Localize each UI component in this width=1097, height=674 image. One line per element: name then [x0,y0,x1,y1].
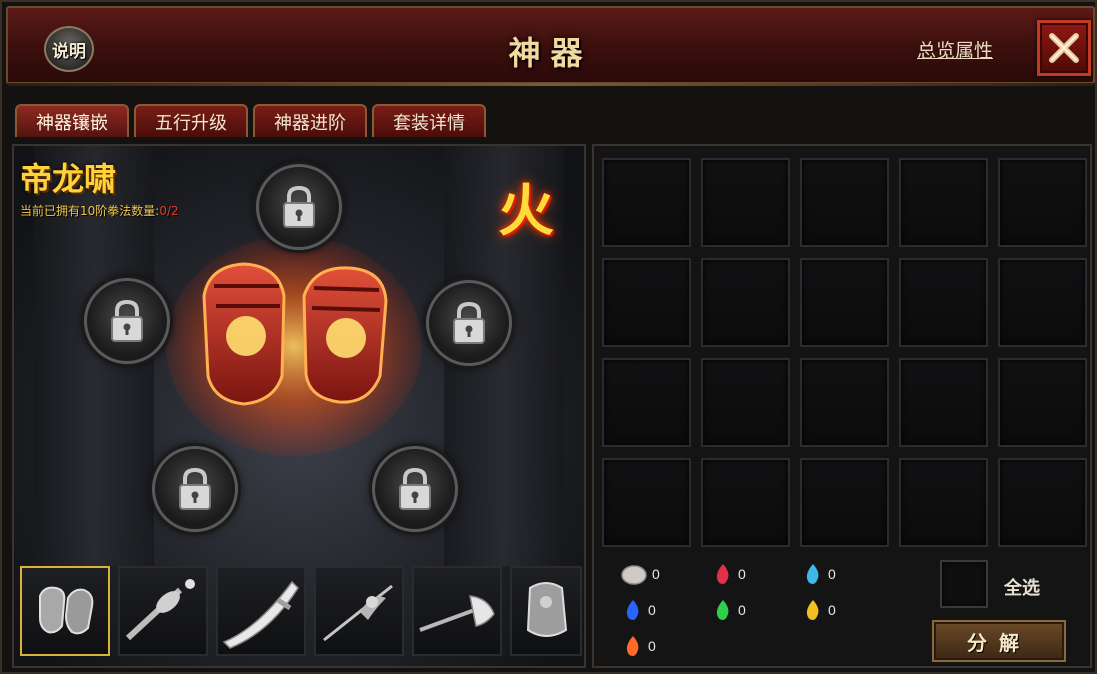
socket-top[interactable] [256,164,342,250]
lock-icon [179,467,211,510]
tab-set-details[interactable]: 套装详情 [372,104,486,137]
window-header: 说明 神器 总览属性 [6,6,1095,86]
green-flame-icon [716,600,729,620]
inventory-slot[interactable] [800,358,889,447]
socket-right[interactable] [426,280,512,366]
yellow-flame-icon [806,600,819,620]
gauntlets-icon [39,586,94,635]
material-white-stone: 0 [620,562,660,586]
overview-attributes-link[interactable]: 总览属性 [917,36,993,63]
inventory-slot[interactable] [998,358,1087,447]
material-green-flame: 0 [712,598,746,622]
inventory-slot[interactable] [998,258,1087,347]
inventory-slot[interactable] [602,458,691,547]
thumbnail-axe[interactable] [412,566,502,656]
inventory-slot[interactable] [998,158,1087,247]
inventory-slot[interactable] [899,258,988,347]
decompose-button[interactable]: 分解 [932,620,1066,662]
tab-inlay[interactable]: 神器镶嵌 [15,104,129,137]
thumbnail-mace[interactable] [118,566,208,656]
inventory-slot[interactable] [701,258,790,347]
blade-icon [222,580,299,649]
inventory-slot[interactable] [602,258,691,347]
cyan-flame-icon [806,564,819,584]
material-count: 0 [828,566,836,582]
red-flame-icon [716,564,729,584]
socket-bottom-right[interactable] [372,446,458,532]
artifact-thumbnail-strip [18,566,584,658]
close-x-icon [1049,33,1079,63]
artifact-name: 帝龙啸 [20,160,117,198]
artifact-window: 说明 神器 总览属性 神器镶嵌 五行升级 神器进阶 套装详情 帝龙啸 当前已拥有… [0,0,1097,674]
select-all-label: 全选 [1004,578,1040,599]
lock-icon [399,467,431,510]
tab-five-element-upgrade[interactable]: 五行升级 [134,104,248,137]
thumbnail-blade[interactable] [216,566,306,656]
artifact-display-panel: 帝龙啸 当前已拥有10阶拳法数量:0/2 火 [12,144,586,668]
close-button[interactable] [1037,20,1091,76]
armor-icon [526,582,568,637]
owned-count-label: 当前已拥有10阶拳法数量: [20,204,160,218]
white-stone-icon [621,565,647,585]
inventory-slot[interactable] [701,158,790,247]
inventory-slot[interactable] [602,158,691,247]
mace-icon [125,579,195,641]
axe-icon [419,595,495,632]
material-count: 0 [648,638,656,654]
inventory-slot[interactable] [899,458,988,547]
material-yellow-flame: 0 [802,598,836,622]
material-count: 0 [652,566,660,582]
inventory-grid [602,158,1087,547]
inventory-slot[interactable] [998,458,1087,547]
socket-left[interactable] [84,278,170,364]
inventory-slot[interactable] [800,158,889,247]
thumbnail-staff[interactable] [314,566,404,656]
orange-flame-icon [626,636,639,656]
owned-count-line: 当前已拥有10阶拳法数量:0/2 [20,202,179,219]
material-red-flame: 0 [712,562,746,586]
fire-gauntlets-icon [166,236,422,456]
owned-count-value: 0/2 [159,204,179,218]
inventory-slot[interactable] [701,358,790,447]
inventory-slot[interactable] [701,458,790,547]
tab-bar: 神器镶嵌 五行升级 神器进阶 套装详情 [15,104,486,137]
tab-advance[interactable]: 神器进阶 [253,104,367,137]
material-orange-flame: 0 [622,634,656,658]
thumbnail-gauntlets[interactable] [20,566,110,656]
thumbnail-armor[interactable] [510,566,582,656]
material-cyan-flame: 0 [802,562,836,586]
socket-bottom-left[interactable] [152,446,238,532]
inventory-slot[interactable] [602,358,691,447]
inventory-panel: 0 0 0 0 0 0 0 全选 分解 [592,144,1092,668]
blue-flame-icon [626,600,639,620]
element-badge: 火 [498,178,554,244]
select-all-checkbox[interactable] [940,560,988,608]
material-count: 0 [738,566,746,582]
material-count: 0 [828,602,836,618]
material-count: 0 [738,602,746,618]
staff-icon [323,584,393,642]
inventory-slot[interactable] [800,458,889,547]
lock-icon [283,185,315,228]
material-blue-flame: 0 [622,598,656,622]
material-count: 0 [648,602,656,618]
inventory-slot[interactable] [899,158,988,247]
lock-icon [453,301,485,344]
inventory-slot[interactable] [899,358,988,447]
inventory-slot[interactable] [800,258,889,347]
lock-icon [111,299,143,342]
